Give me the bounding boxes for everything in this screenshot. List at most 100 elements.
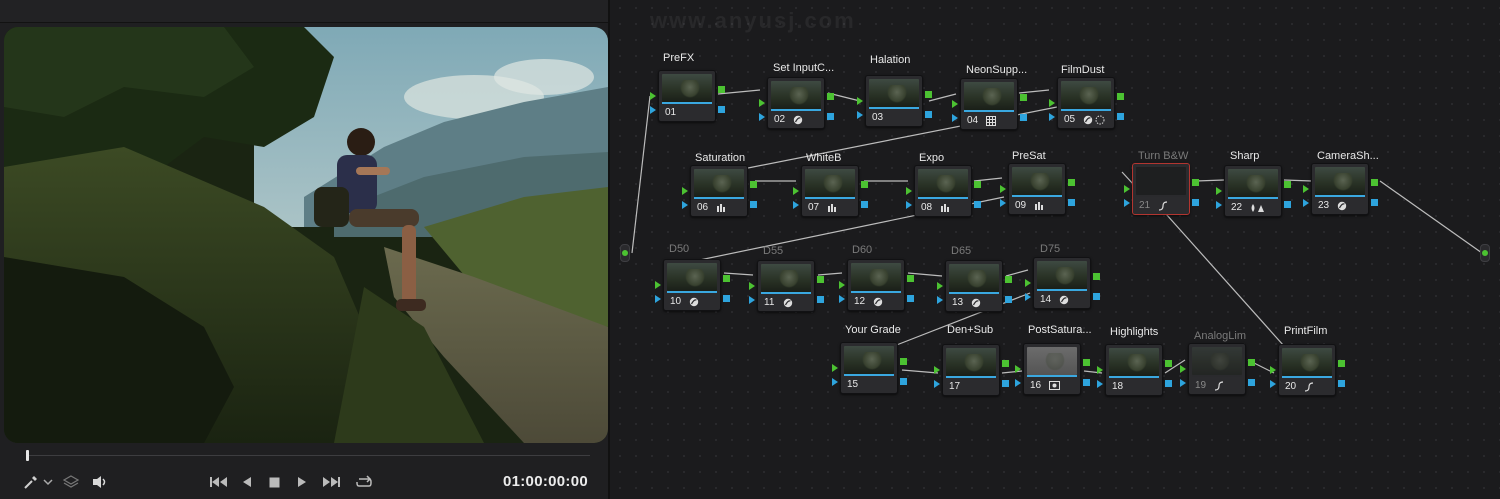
node-15[interactable]: 15 bbox=[840, 342, 898, 394]
skip-to-end-icon[interactable] bbox=[320, 472, 342, 492]
rgb-output-port[interactable] bbox=[861, 181, 868, 188]
key-output-port[interactable] bbox=[1083, 379, 1090, 386]
node-label[interactable]: Set InputC... bbox=[773, 62, 834, 74]
node-04[interactable]: 04 bbox=[960, 78, 1018, 130]
layers-icon[interactable] bbox=[62, 472, 80, 492]
node-label[interactable]: Your Grade bbox=[845, 324, 901, 336]
rgb-input-port[interactable] bbox=[655, 281, 661, 289]
node-label[interactable]: Turn B&W bbox=[1138, 150, 1188, 162]
key-output-port[interactable] bbox=[718, 106, 725, 113]
rgb-output-port[interactable] bbox=[1068, 179, 1075, 186]
rgb-output-port[interactable] bbox=[1083, 359, 1090, 366]
key-input-port[interactable] bbox=[749, 296, 755, 304]
node-label[interactable]: D75 bbox=[1040, 243, 1060, 255]
node-09[interactable]: 09 bbox=[1008, 163, 1066, 215]
rgb-output-port[interactable] bbox=[1002, 360, 1009, 367]
key-input-port[interactable] bbox=[1270, 380, 1276, 388]
play-icon[interactable] bbox=[295, 472, 309, 492]
rgb-output-port[interactable] bbox=[974, 181, 981, 188]
rgb-output-port[interactable] bbox=[750, 181, 757, 188]
rgb-input-port[interactable] bbox=[1015, 365, 1021, 373]
rgb-input-port[interactable] bbox=[793, 187, 799, 195]
rgb-output-port[interactable] bbox=[1192, 179, 1199, 186]
key-output-port[interactable] bbox=[1002, 380, 1009, 387]
key-output-port[interactable] bbox=[1020, 114, 1027, 121]
playhead[interactable] bbox=[26, 450, 29, 461]
node-label[interactable]: D55 bbox=[763, 245, 783, 257]
node-16[interactable]: 16 bbox=[1023, 343, 1081, 395]
node-07[interactable]: 07 bbox=[801, 165, 859, 217]
node-01[interactable]: 01 bbox=[658, 70, 716, 122]
graph-input-source[interactable] bbox=[620, 244, 630, 262]
rgb-input-port[interactable] bbox=[839, 281, 845, 289]
key-input-port[interactable] bbox=[1000, 199, 1006, 207]
key-input-port[interactable] bbox=[1015, 379, 1021, 387]
node-label[interactable]: PreFX bbox=[663, 52, 694, 64]
rgb-output-port[interactable] bbox=[1005, 276, 1012, 283]
key-output-port[interactable] bbox=[1248, 379, 1255, 386]
key-input-port[interactable] bbox=[952, 114, 958, 122]
rgb-output-port[interactable] bbox=[1093, 273, 1100, 280]
node-label[interactable]: CameraSh... bbox=[1317, 150, 1379, 162]
rgb-input-port[interactable] bbox=[1049, 99, 1055, 107]
key-input-port[interactable] bbox=[906, 201, 912, 209]
key-input-port[interactable] bbox=[1025, 293, 1031, 301]
rgb-output-port[interactable] bbox=[900, 358, 907, 365]
rgb-input-port[interactable] bbox=[1000, 185, 1006, 193]
key-output-port[interactable] bbox=[907, 295, 914, 302]
key-output-port[interactable] bbox=[1338, 380, 1345, 387]
key-output-port[interactable] bbox=[817, 296, 824, 303]
node-label[interactable]: Sharp bbox=[1230, 150, 1259, 162]
key-input-port[interactable] bbox=[1180, 379, 1186, 387]
key-input-port[interactable] bbox=[1097, 380, 1103, 388]
rgb-output-port[interactable] bbox=[1248, 359, 1255, 366]
stop-icon[interactable] bbox=[267, 472, 281, 492]
key-output-port[interactable] bbox=[827, 113, 834, 120]
node-label[interactable]: Expo bbox=[919, 152, 944, 164]
node-17[interactable]: 17 bbox=[942, 344, 1000, 396]
rgb-input-port[interactable] bbox=[1124, 185, 1130, 193]
node-14[interactable]: 14 bbox=[1033, 257, 1091, 309]
node-10[interactable]: 10 bbox=[663, 259, 721, 311]
rgb-input-port[interactable] bbox=[1303, 185, 1309, 193]
node-11[interactable]: 11 bbox=[757, 260, 815, 312]
rgb-input-port[interactable] bbox=[857, 97, 863, 105]
rgb-output-port[interactable] bbox=[1371, 179, 1378, 186]
key-input-port[interactable] bbox=[655, 295, 661, 303]
rgb-output-port[interactable] bbox=[1338, 360, 1345, 367]
key-output-port[interactable] bbox=[750, 201, 757, 208]
rgb-input-port[interactable] bbox=[1025, 279, 1031, 287]
rgb-output-port[interactable] bbox=[1165, 360, 1172, 367]
key-output-port[interactable] bbox=[900, 378, 907, 385]
node-06[interactable]: 06 bbox=[690, 165, 748, 217]
key-input-port[interactable] bbox=[934, 380, 940, 388]
rgb-input-port[interactable] bbox=[1270, 366, 1276, 374]
scrub-track[interactable] bbox=[26, 455, 590, 456]
rgb-input-port[interactable] bbox=[682, 187, 688, 195]
rgb-output-port[interactable] bbox=[827, 93, 834, 100]
loop-icon[interactable] bbox=[354, 472, 374, 492]
key-output-port[interactable] bbox=[1165, 380, 1172, 387]
rgb-output-port[interactable] bbox=[925, 91, 932, 98]
rgb-input-port[interactable] bbox=[832, 364, 838, 372]
key-output-port[interactable] bbox=[723, 295, 730, 302]
rgb-output-port[interactable] bbox=[907, 275, 914, 282]
node-23[interactable]: 23 bbox=[1311, 163, 1369, 215]
rgb-input-port[interactable] bbox=[1216, 187, 1222, 195]
key-input-port[interactable] bbox=[759, 113, 765, 121]
node-22[interactable]: 22 bbox=[1224, 165, 1282, 217]
speaker-icon[interactable] bbox=[90, 472, 110, 492]
graph-output[interactable] bbox=[1480, 244, 1490, 262]
key-output-port[interactable] bbox=[1068, 199, 1075, 206]
node-label[interactable]: Den+Sub bbox=[947, 324, 993, 336]
play-reverse-icon[interactable] bbox=[240, 472, 254, 492]
node-label[interactable]: D50 bbox=[669, 243, 689, 255]
node-18[interactable]: 18 bbox=[1105, 344, 1163, 396]
key-input-port[interactable] bbox=[682, 201, 688, 209]
key-input-port[interactable] bbox=[937, 296, 943, 304]
node-08[interactable]: 08 bbox=[914, 165, 972, 217]
node-label[interactable]: Highlights bbox=[1110, 326, 1158, 338]
video-frame[interactable] bbox=[4, 27, 608, 443]
key-input-port[interactable] bbox=[1049, 113, 1055, 121]
rgb-input-port[interactable] bbox=[1180, 365, 1186, 373]
